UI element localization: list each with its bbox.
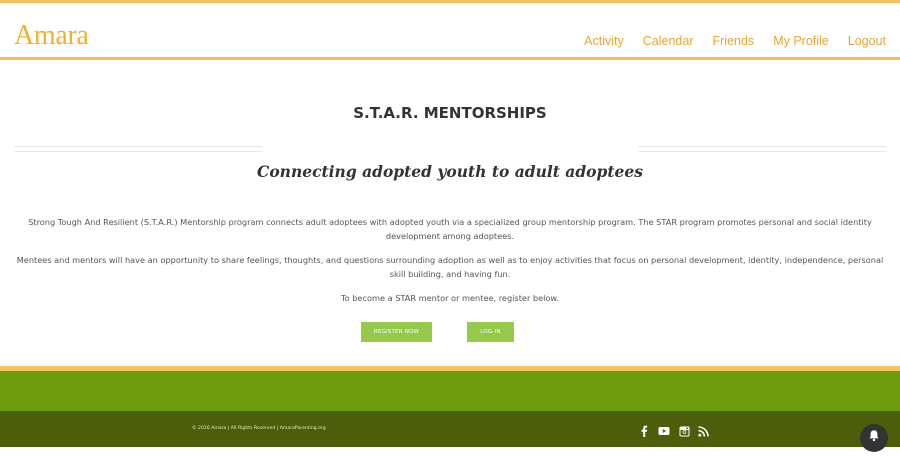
nav-item-calendar[interactable]: Calendar <box>643 33 694 49</box>
site-logo[interactable]: Amara <box>14 21 89 51</box>
divider-right <box>638 146 886 152</box>
youtube-icon[interactable] <box>658 425 670 437</box>
nav-item-activity[interactable]: Activity <box>584 33 624 49</box>
divider-left <box>14 146 262 152</box>
register-prompt: To become a STAR mentor or mentee, regis… <box>341 293 559 303</box>
instagram-icon[interactable] <box>678 425 690 437</box>
nav-item-my-profile[interactable]: My Profile <box>773 33 829 49</box>
bell-icon <box>868 429 880 447</box>
activities-paragraph: Mentees and mentors will have an opportu… <box>16 255 884 279</box>
page-title: S.T.A.R. MENTORSHIPS <box>353 104 547 122</box>
main-nav: Activity Calendar Friends My Profile Log… <box>584 33 886 49</box>
header-bottom-border <box>0 57 900 60</box>
facebook-icon[interactable] <box>638 425 650 437</box>
footer-bottom-bar <box>0 411 900 447</box>
nav-item-logout[interactable]: Logout <box>848 33 886 49</box>
intro-paragraph: Strong Tough And Resilient (S.T.A.R.) Me… <box>28 217 872 241</box>
log-in-button[interactable]: LOG-IN <box>467 322 514 342</box>
page-subtitle: Connecting adopted youth to adult adopte… <box>257 162 643 181</box>
register-now-button[interactable]: REGISTER NOW <box>361 322 432 342</box>
nav-item-friends[interactable]: Friends <box>713 33 755 49</box>
rss-icon[interactable] <box>697 425 709 437</box>
footer-widget-area <box>0 371 900 411</box>
copyright-text: © 2016 Amara | All Rights Reserved | Ama… <box>192 426 326 431</box>
notification-bell-button[interactable] <box>860 424 888 452</box>
